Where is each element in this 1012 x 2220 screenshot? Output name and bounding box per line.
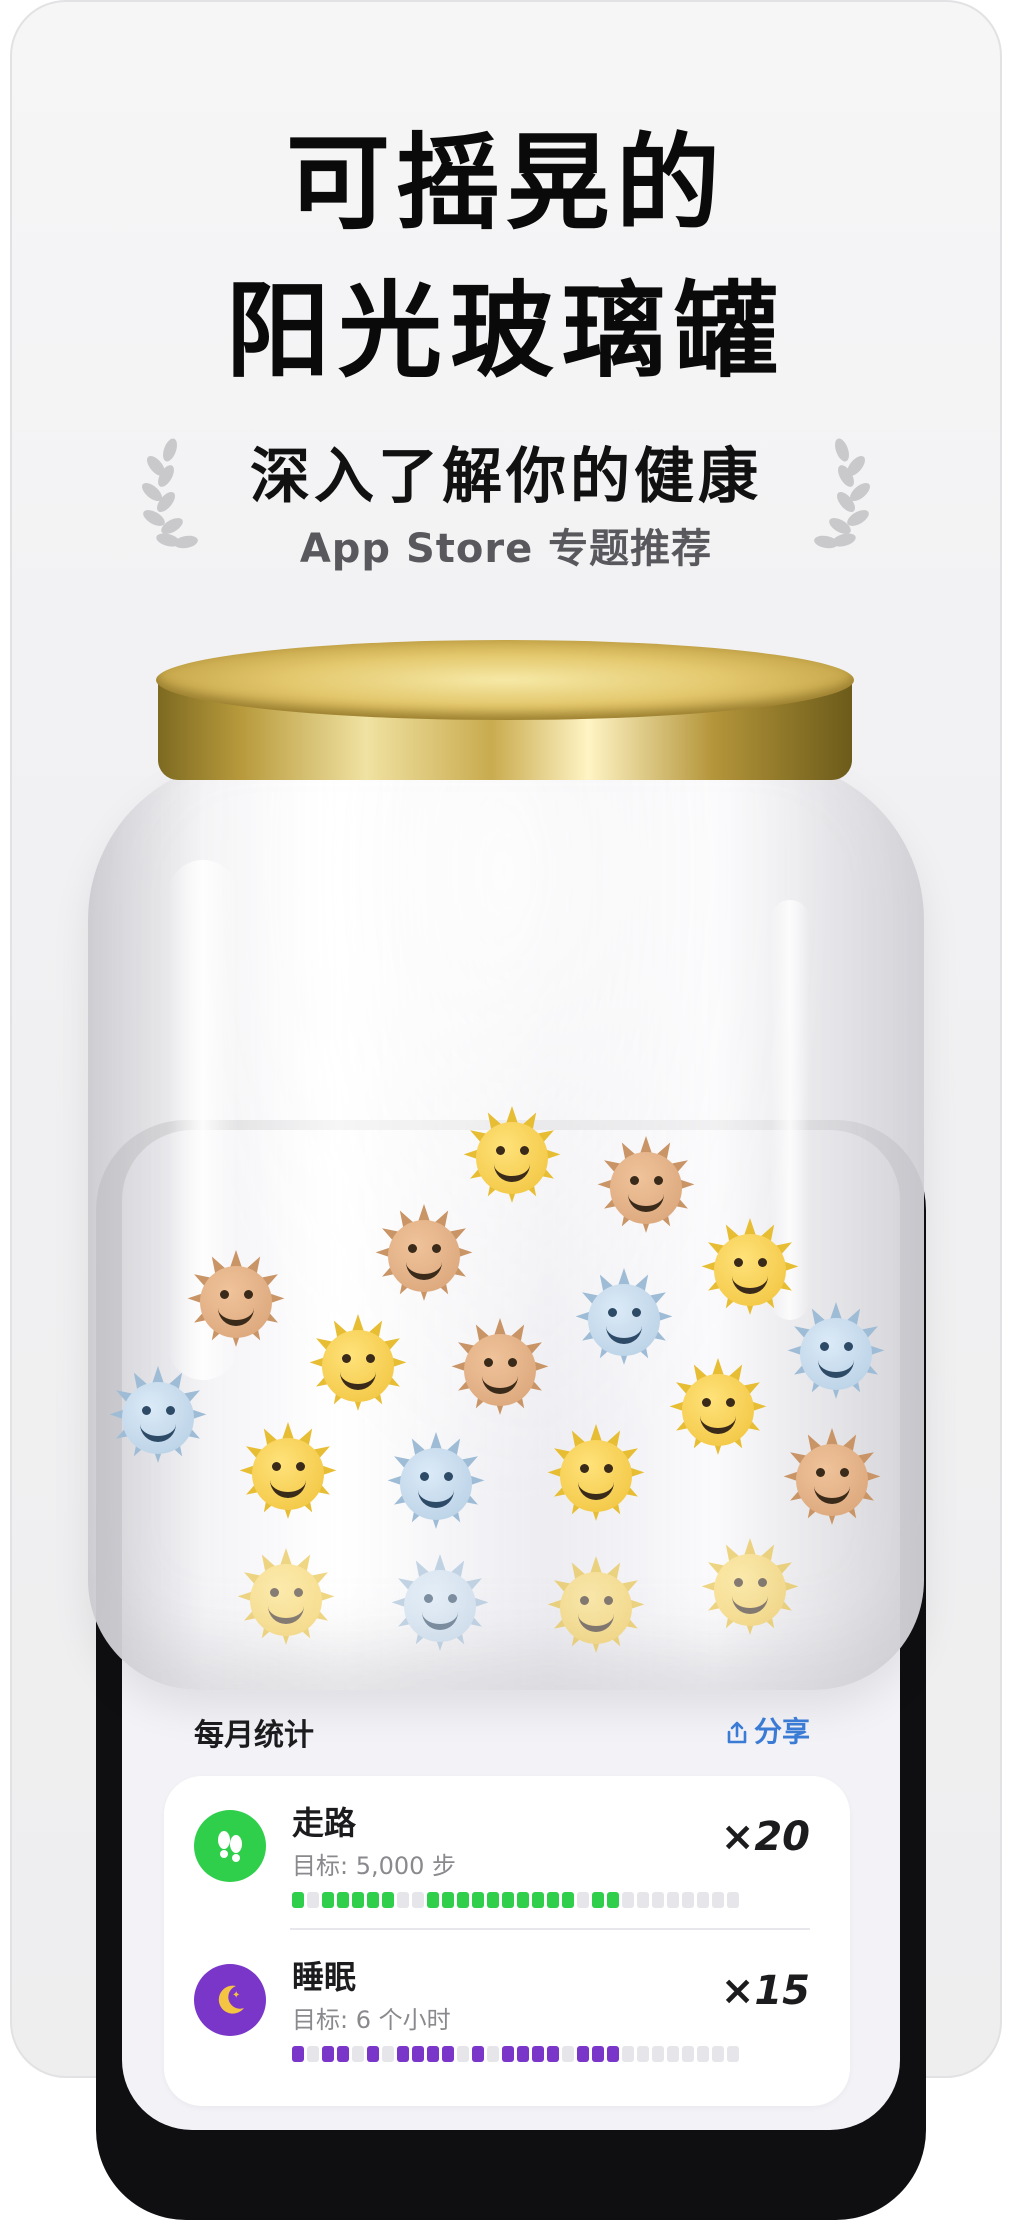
progress-segment — [592, 1892, 604, 1908]
sun-token-icon: ✹ — [376, 1420, 496, 1548]
progress-segment — [697, 1892, 709, 1908]
progress-segment — [577, 1892, 589, 1908]
stat-title: 走路 — [292, 1804, 357, 1842]
share-label: 分享 — [754, 1715, 811, 1748]
progress-segment — [607, 2046, 619, 2062]
share-button[interactable]: 分享 — [726, 1710, 810, 1750]
progress-segment — [622, 1892, 634, 1908]
moon-icon: ✦ — [194, 1964, 266, 2036]
progress-segment — [547, 1892, 559, 1908]
jar-lid — [156, 640, 854, 720]
sun-token-icon: ✹ — [690, 1526, 810, 1654]
stat-count: ×20 — [720, 1814, 810, 1860]
progress-segment — [667, 1892, 679, 1908]
progress-segment — [307, 1892, 319, 1908]
progress-segment — [442, 2046, 454, 2062]
progress-segment — [457, 2046, 469, 2062]
progress-segment — [547, 2046, 559, 2062]
progress-segment — [337, 2046, 349, 2062]
stats-card: 走路 目标: 5,000 步 ×20 ✦ 睡眠 目标: 6 个小时 ×15 — [164, 1776, 850, 2106]
progress-segment — [352, 1892, 364, 1908]
progress-segment — [592, 2046, 604, 2062]
progress-segment — [442, 1892, 454, 1908]
progress-segment — [532, 1892, 544, 1908]
stat-row-walk[interactable]: 走路 目标: 5,000 步 ×20 — [164, 1776, 850, 1926]
progress-segment — [292, 2046, 304, 2062]
progress-segment — [607, 1892, 619, 1908]
progress-segment — [367, 2046, 379, 2062]
progress-segment — [382, 2046, 394, 2062]
progress-segment — [412, 2046, 424, 2062]
sun-token-icon: ✹ — [658, 1346, 778, 1474]
progress-segment — [712, 1892, 724, 1908]
sun-token-icon: ✹ — [98, 1354, 218, 1482]
progress-segment — [307, 2046, 319, 2062]
progress-segment — [637, 1892, 649, 1908]
sun-token-icon: ✹ — [776, 1290, 896, 1418]
progress-segment — [727, 2046, 739, 2062]
stat-goal: 目标: 5,000 步 — [292, 1852, 457, 1880]
progress-segment — [517, 2046, 529, 2062]
progress-segment — [682, 1892, 694, 1908]
progress-segment — [337, 1892, 349, 1908]
progress-segment — [322, 1892, 334, 1908]
progress-segment — [292, 1892, 304, 1908]
progress-segment — [502, 2046, 514, 2062]
progress-segment — [322, 2046, 334, 2062]
progress-segment — [532, 2046, 544, 2062]
progress-segment — [397, 2046, 409, 2062]
sun-token-icon: ✹ — [228, 1410, 348, 1538]
footsteps-icon — [194, 1810, 266, 1882]
progress-segment — [397, 1892, 409, 1908]
progress-segment — [472, 1892, 484, 1908]
walk-progress-bar — [292, 1892, 739, 1908]
sun-token-icon: ✹ — [226, 1536, 346, 1664]
progress-segment — [487, 2046, 499, 2062]
progress-segment — [472, 2046, 484, 2062]
progress-segment — [517, 1892, 529, 1908]
progress-segment — [652, 2046, 664, 2062]
sleep-progress-bar — [292, 2046, 739, 2062]
progress-segment — [577, 2046, 589, 2062]
sunshine-jar[interactable]: ✹ ✹ ✹ ✹ ✹ ✹ ✹ ✹ ✹ ✹ ✹ ✹ ✹ ✹ ✹ ✹ ✹ ✹ ✹ — [0, 0, 1012, 2078]
progress-segment — [652, 1892, 664, 1908]
progress-segment — [457, 1892, 469, 1908]
progress-segment — [427, 1892, 439, 1908]
monthly-stats-title: 每月统计 — [194, 1718, 314, 1753]
sun-token-icon: ✹ — [536, 1544, 656, 1672]
progress-segment — [667, 2046, 679, 2062]
progress-segment — [637, 2046, 649, 2062]
stat-title: 睡眠 — [292, 1958, 357, 1996]
progress-segment — [367, 1892, 379, 1908]
progress-segment — [502, 1892, 514, 1908]
progress-segment — [562, 1892, 574, 1908]
progress-segment — [682, 2046, 694, 2062]
progress-segment — [562, 2046, 574, 2062]
stat-goal: 目标: 6 个小时 — [292, 2006, 451, 2034]
progress-segment — [382, 1892, 394, 1908]
svg-text:✦: ✦ — [232, 1990, 240, 2001]
progress-segment — [697, 2046, 709, 2062]
sun-token-icon: ✹ — [380, 1542, 500, 1670]
progress-segment — [622, 2046, 634, 2062]
sun-token-icon: ✹ — [536, 1412, 656, 1540]
progress-segment — [487, 1892, 499, 1908]
progress-segment — [712, 2046, 724, 2062]
progress-segment — [352, 2046, 364, 2062]
sun-token-icon: ✹ — [586, 1124, 706, 1252]
stat-count: ×15 — [720, 1968, 810, 2014]
progress-segment — [427, 2046, 439, 2062]
progress-segment — [412, 1892, 424, 1908]
stat-row-sleep[interactable]: ✦ 睡眠 目标: 6 个小时 ×15 — [164, 1930, 850, 2080]
share-icon — [727, 1721, 747, 1744]
progress-segment — [727, 1892, 739, 1908]
